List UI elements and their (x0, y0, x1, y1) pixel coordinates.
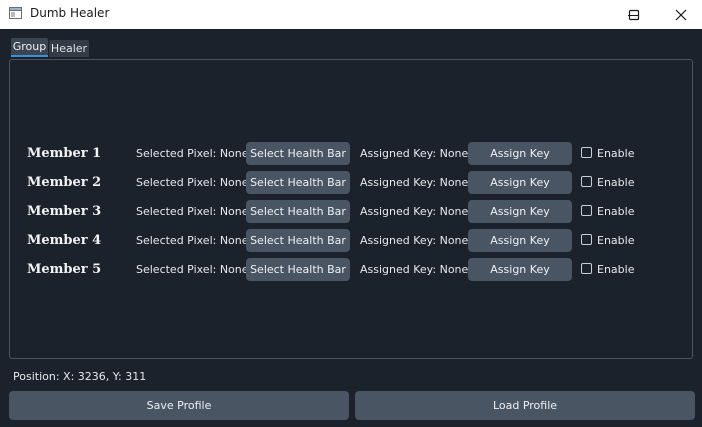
member-row-3: Member 3 Selected Pixel: None Select Hea… (0, 200, 702, 224)
maximize-icon (628, 9, 640, 20)
window-title: Dumb Healer (30, 6, 110, 20)
enable-label[interactable]: Enable (597, 147, 634, 160)
member-row-2: Member 2 Selected Pixel: None Select Hea… (0, 171, 702, 195)
member-label: Member 1 (27, 146, 102, 161)
assign-key-button[interactable]: Assign Key (468, 142, 572, 165)
member-row-1: Member 1 Selected Pixel: None Select Hea… (0, 142, 702, 166)
enable-checkbox[interactable] (581, 263, 592, 274)
assign-key-button[interactable]: Assign Key (468, 229, 572, 252)
assign-key-button[interactable]: Assign Key (468, 200, 572, 223)
position-readout: Position: X: 3236, Y: 311 (13, 370, 147, 383)
enable-label[interactable]: Enable (597, 205, 634, 218)
title-bar: Dumb Healer (0, 0, 702, 29)
assigned-key-label: Assigned Key: None (360, 234, 469, 247)
assigned-key-label: Assigned Key: None (360, 176, 469, 189)
tab-healer[interactable]: Healer (49, 40, 89, 57)
enable-checkbox[interactable] (581, 205, 592, 216)
enable-checkbox[interactable] (581, 176, 592, 187)
member-label: Member 3 (27, 204, 102, 219)
assigned-key-label: Assigned Key: None (360, 205, 469, 218)
assigned-key-label: Assigned Key: None (360, 147, 469, 160)
assigned-key-label: Assigned Key: None (360, 263, 469, 276)
app-window-icon (9, 7, 22, 19)
enable-checkbox[interactable] (581, 147, 592, 158)
select-health-bar-button[interactable]: Select Health Bar (246, 142, 350, 165)
selected-pixel-label: Selected Pixel: None (136, 147, 249, 160)
close-button[interactable] (658, 0, 702, 29)
load-profile-button[interactable]: Load Profile (355, 391, 695, 420)
select-health-bar-button[interactable]: Select Health Bar (246, 229, 350, 252)
tab-group[interactable]: Group (11, 38, 48, 57)
select-health-bar-button[interactable]: Select Health Bar (246, 200, 350, 223)
maximize-button[interactable] (611, 0, 657, 29)
selected-pixel-label: Selected Pixel: None (136, 263, 249, 276)
selected-pixel-label: Selected Pixel: None (136, 176, 249, 189)
member-row-4: Member 4 Selected Pixel: None Select Hea… (0, 229, 702, 253)
save-profile-button[interactable]: Save Profile (9, 391, 349, 420)
assign-key-button[interactable]: Assign Key (468, 258, 572, 281)
member-label: Member 2 (27, 175, 102, 190)
assign-key-button[interactable]: Assign Key (468, 171, 572, 194)
member-label: Member 4 (27, 233, 102, 248)
member-row-5: Member 5 Selected Pixel: None Select Hea… (0, 258, 702, 282)
close-icon (675, 9, 687, 20)
member-label: Member 5 (27, 262, 102, 277)
enable-label[interactable]: Enable (597, 234, 634, 247)
select-health-bar-button[interactable]: Select Health Bar (246, 171, 350, 194)
enable-checkbox[interactable] (581, 234, 592, 245)
select-health-bar-button[interactable]: Select Health Bar (246, 258, 350, 281)
selected-pixel-label: Selected Pixel: None (136, 234, 249, 247)
enable-label[interactable]: Enable (597, 176, 634, 189)
enable-label[interactable]: Enable (597, 263, 634, 276)
selected-pixel-label: Selected Pixel: None (136, 205, 249, 218)
